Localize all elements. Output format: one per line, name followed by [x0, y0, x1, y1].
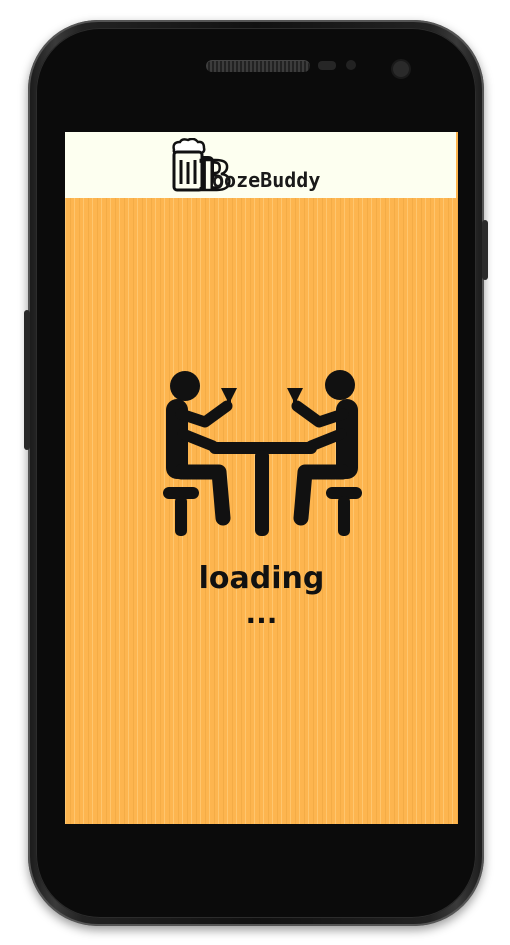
volume-button	[24, 310, 30, 450]
light-sensor	[346, 60, 356, 70]
app-screen: B oozeBuddy loading ...	[65, 132, 458, 824]
power-button	[482, 220, 488, 280]
app-logo: B oozeBuddy	[168, 137, 368, 201]
proximity-sensor	[318, 61, 336, 70]
loading-ellipsis: ...	[245, 597, 278, 630]
front-camera	[393, 61, 409, 77]
brand-name: oozeBuddy	[212, 168, 321, 192]
earpiece-speaker	[206, 60, 310, 72]
app-header: B oozeBuddy	[65, 132, 456, 201]
people-drinking-at-bar-table-icon	[163, 370, 362, 536]
splash-content: loading ...	[65, 198, 458, 824]
loading-label: loading	[198, 561, 325, 596]
